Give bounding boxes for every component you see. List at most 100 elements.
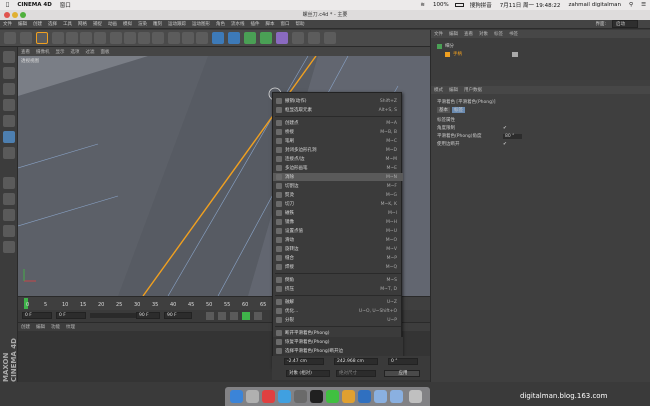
viewport-menu-view[interactable]: 查看 xyxy=(21,49,30,55)
polygons-mode-icon[interactable] xyxy=(3,147,15,159)
ctx-slide[interactable]: 滑动 M~O xyxy=(273,236,403,244)
x-axis-icon[interactable] xyxy=(110,32,122,44)
ctx-iron[interactable]: 熨烫 M~G xyxy=(273,191,403,199)
ctx-break-phong[interactable]: 断开平滑着色(Phong) xyxy=(273,329,403,337)
calendar-icon[interactable] xyxy=(262,390,275,403)
om-menu-bookmarks[interactable]: 书签 xyxy=(509,31,518,37)
material-menu-texture[interactable]: 纹理 xyxy=(66,324,75,330)
om-menu-edit[interactable]: 编辑 xyxy=(449,31,458,37)
material-menu-create[interactable]: 创建 xyxy=(21,324,30,330)
am-menu-userdata[interactable]: 用户数据 xyxy=(464,87,482,93)
settings-icon[interactable] xyxy=(294,390,307,403)
om-menu-file[interactable]: 文件 xyxy=(434,31,443,37)
coordinate-system-icon[interactable] xyxy=(152,32,164,44)
edge-breaks-checkbox[interactable]: ✔ xyxy=(503,142,507,147)
prev-key-icon[interactable] xyxy=(218,312,226,320)
ctx-magnet[interactable]: 磁铁 M~I xyxy=(273,209,403,217)
apple-icon[interactable]:  xyxy=(6,2,9,8)
menu-window[interactable]: 窗口 xyxy=(281,21,290,27)
menu-help[interactable]: 帮助 xyxy=(296,21,305,27)
subtab-basic[interactable]: 基本 xyxy=(437,107,450,113)
z-axis-icon[interactable] xyxy=(138,32,150,44)
camera-icon[interactable] xyxy=(308,32,320,44)
om-menu-tags[interactable]: 标签 xyxy=(494,31,503,37)
downloads-folder-icon[interactable] xyxy=(374,390,387,403)
am-menu-mode[interactable]: 模式 xyxy=(434,87,443,93)
input-method[interactable]: 搜狗拼音 xyxy=(470,1,492,9)
viewport-menu-panel[interactable]: 面板 xyxy=(101,49,110,55)
menu-simulate[interactable]: 模拟 xyxy=(123,21,132,27)
live-select-icon[interactable] xyxy=(36,32,48,44)
ctx-unbreak-phong[interactable]: 恢复平滑着色(Phong) xyxy=(273,338,403,346)
ctx-knife[interactable]: 切刀 M~K, K xyxy=(273,200,403,208)
coord-mode-select[interactable]: 对象 (相对) xyxy=(286,370,330,377)
frame-current-field[interactable]: 0 F xyxy=(56,312,86,319)
am-menu-edit[interactable]: 编辑 xyxy=(449,87,458,93)
frame-end2-field[interactable]: 90 F xyxy=(164,312,192,319)
go-start-icon[interactable] xyxy=(206,312,214,320)
frame-end-field[interactable]: 90 F xyxy=(136,312,160,319)
pen-icon[interactable] xyxy=(228,32,240,44)
trash-icon[interactable] xyxy=(409,390,422,403)
edges-mode-icon[interactable] xyxy=(3,131,15,143)
viewport-menu-filter[interactable]: 过滤 xyxy=(86,49,95,55)
planar-workplane-icon[interactable] xyxy=(3,241,15,253)
ctx-dissolve[interactable]: 消除 M~N xyxy=(273,173,403,181)
ctx-select-phong-break-edges[interactable]: 选择平滑着色(Phong)断开边 xyxy=(273,347,403,355)
object-row-subdivision[interactable]: 细分 xyxy=(431,42,650,50)
enable-axis-icon[interactable] xyxy=(3,177,15,189)
om-menu-view[interactable]: 查看 xyxy=(464,31,473,37)
menu-select[interactable]: 选择 xyxy=(48,21,57,27)
ctx-split[interactable]: 分裂 U~P xyxy=(273,316,403,324)
play-icon[interactable] xyxy=(242,312,250,320)
scene-icon[interactable] xyxy=(292,32,304,44)
ctx-brush[interactable]: 笔刷 M~C xyxy=(273,137,403,145)
rotate-icon[interactable] xyxy=(80,32,92,44)
ctx-undo[interactable]: 撤销(动作) Shift+Z xyxy=(273,97,403,105)
ctx-melt[interactable]: 融解 U~Z xyxy=(273,298,403,306)
zoom-window-button[interactable] xyxy=(20,12,26,18)
ctx-close-polygon-hole[interactable]: 封闭多边形孔洞 M~D xyxy=(273,146,403,154)
battery-percent[interactable]: 100% xyxy=(433,2,449,8)
close-window-button[interactable] xyxy=(4,12,10,18)
launchpad-icon[interactable] xyxy=(246,390,259,403)
coord-y-field[interactable]: 242.968 cm xyxy=(334,358,378,365)
user-name[interactable]: zahmail digitalman xyxy=(568,2,621,8)
cube-icon[interactable] xyxy=(212,32,224,44)
undo-icon[interactable] xyxy=(4,32,16,44)
recent-tool-icon[interactable] xyxy=(94,32,106,44)
clock[interactable]: 7月11日 周一 19:48:22 xyxy=(500,1,561,9)
ctx-mirror[interactable]: 镜像 M~H xyxy=(273,218,403,226)
angle-limit-checkbox[interactable]: ✔ xyxy=(503,126,507,131)
ctx-bridge[interactable]: 桥接 M~B, B xyxy=(273,128,403,136)
wifi-icon[interactable]: ≋ xyxy=(420,2,425,8)
phong-tag-icon[interactable] xyxy=(512,51,518,57)
workplane-icon[interactable] xyxy=(3,99,15,111)
array-icon[interactable] xyxy=(260,32,272,44)
render-view-icon[interactable] xyxy=(168,32,180,44)
next-frame-icon[interactable] xyxy=(254,312,262,320)
menu-character[interactable]: 角色 xyxy=(216,21,225,27)
menu-render[interactable]: 渲染 xyxy=(138,21,147,27)
ctx-edge-cut[interactable]: 切割边 M~F xyxy=(273,182,403,190)
coord-size-select[interactable]: 绝对尺寸 xyxy=(336,370,376,377)
menu-plugins[interactable]: 插件 xyxy=(251,21,260,27)
finder-icon[interactable] xyxy=(230,390,243,403)
deformer-icon[interactable] xyxy=(276,32,288,44)
ctx-polygon-pen[interactable]: 多边形画笔 M~E xyxy=(273,164,403,172)
menu-create[interactable]: 创建 xyxy=(33,21,42,27)
move-icon[interactable] xyxy=(52,32,64,44)
menu-pipeline[interactable]: 流水线 xyxy=(231,21,245,27)
viewport-menu-camera[interactable]: 摄像机 xyxy=(36,49,50,55)
cinema4d-icon[interactable] xyxy=(310,390,323,403)
render-settings-icon[interactable] xyxy=(196,32,208,44)
documents-folder-icon[interactable] xyxy=(390,390,403,403)
locked-workplane-icon[interactable] xyxy=(3,225,15,237)
menu-sculpt[interactable]: 雕刻 xyxy=(153,21,162,27)
make-editable-icon[interactable] xyxy=(3,51,15,63)
minimize-window-button[interactable] xyxy=(12,12,18,18)
safari-icon[interactable] xyxy=(278,390,291,403)
redo-icon[interactable] xyxy=(20,32,32,44)
layout-select[interactable]: 启动 xyxy=(612,20,638,28)
ctx-stitch[interactable]: 缝合 M~P xyxy=(273,254,403,262)
